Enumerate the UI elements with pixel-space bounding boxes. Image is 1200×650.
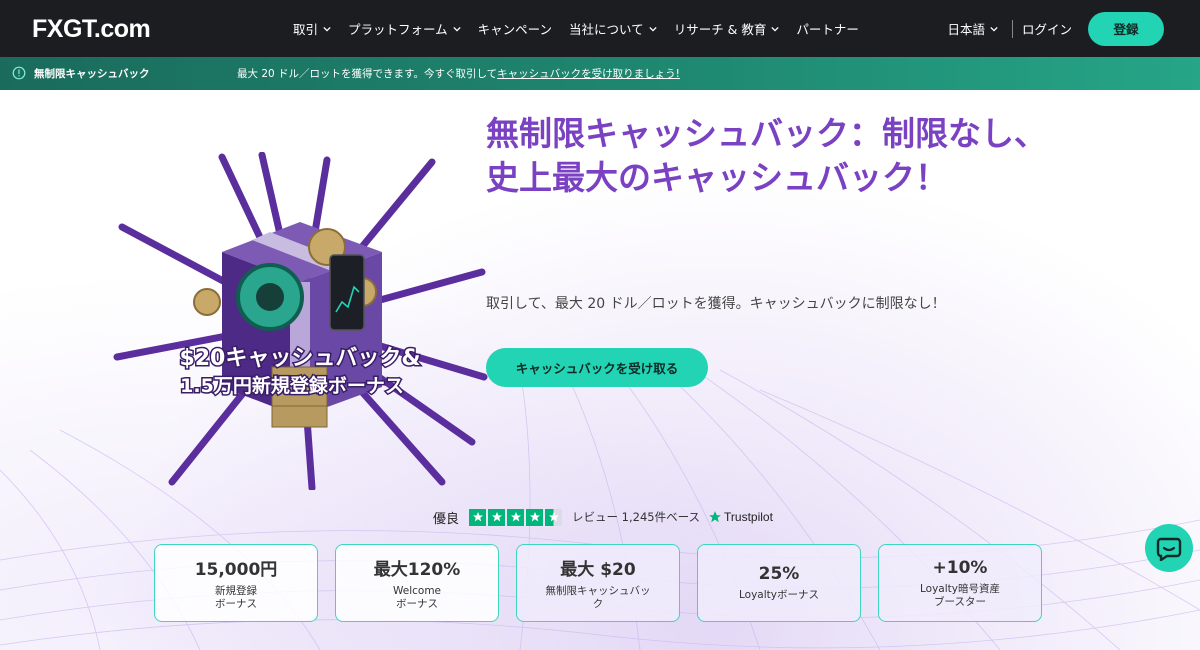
promo-link[interactable]: キャッシュバックを受け取りましょう! (497, 68, 680, 80)
half-star-icon (545, 508, 563, 526)
top-nav: FXGT.com 取引 プラットフォーム キャンペーン 当社について リサーチ … (0, 0, 1200, 57)
bonus-card-label: 新規登録 ボーナス (215, 585, 257, 610)
bonus-card-label: Loyaltyボーナス (739, 589, 819, 601)
nav-item-campaigns[interactable]: キャンペーン (478, 19, 552, 38)
claim-cashback-button[interactable]: キャッシュバックを受け取る (486, 348, 708, 387)
bonus-card-value: +10% (932, 557, 988, 578)
nav-item-about[interactable]: 当社について (569, 19, 657, 38)
nav-item-platforms[interactable]: プラットフォーム (348, 19, 461, 38)
nav-item-label: 当社について (569, 22, 644, 37)
chevron-down-icon (771, 26, 780, 32)
chat-widget-button[interactable] (1145, 524, 1193, 572)
info-icon (12, 66, 26, 80)
nav-divider (1011, 19, 1013, 38)
star-icon (507, 508, 525, 526)
trustpilot-logo: Trustpilot (708, 510, 773, 524)
art-banner-line1: $20キャッシュバック& (179, 346, 420, 371)
star-icon (469, 508, 487, 526)
trustpilot-brand: Trustpilot (724, 510, 773, 524)
star-icon (488, 508, 506, 526)
fxgt-logo[interactable]: FXGT.com (32, 14, 151, 44)
chevron-down-icon (323, 26, 331, 32)
login-link[interactable]: ログイン (1022, 19, 1072, 38)
nav-item-label: 取引 (293, 22, 319, 37)
trust-rating-label: 優良 (433, 511, 460, 527)
chevron-down-icon (453, 26, 461, 32)
chevron-down-icon (990, 26, 998, 32)
cashback-gift-box-illustration: $20キャッシュバック& 1.5万円新規登録ボーナス (113, 152, 488, 490)
bonus-card-label: Loyalty暗号資産 ブースター (920, 582, 1000, 608)
trustpilot-widget[interactable]: 優良 レビュー 1,245件ベース Trustpilot (433, 506, 773, 528)
nav-item-label: リサーチ & 教育 (673, 22, 767, 37)
promo-title: 無制限キャッシュバック (34, 68, 150, 80)
art-banner-line2: 1.5万円新規登録ボーナス (180, 374, 404, 397)
nav-item-label: キャンペーン (477, 22, 553, 37)
nav-item-trading[interactable]: 取引 (293, 19, 331, 38)
nav-item-label: プラットフォーム (348, 22, 448, 37)
language-label: 日本語 (947, 22, 985, 37)
star-icon (526, 508, 544, 526)
nav-item-partners[interactable]: パートナー (796, 19, 859, 38)
bonus-card[interactable]: 最大 $20 無制限キャッシュバッ ク (516, 544, 680, 622)
language-selector[interactable]: 日本語 (947, 19, 998, 38)
promo-bar: 無制限キャッシュバック 最大 20 ドル／ロットを獲得できます。今すぐ取引してキ… (0, 57, 1200, 90)
nav-right: 日本語 ログイン 登録 (947, 0, 1164, 57)
star-rating (469, 508, 563, 526)
bonus-card[interactable]: 最大120% Welcome ボーナス (335, 544, 499, 622)
bonus-card[interactable]: +10% Loyalty暗号資産 ブースター (878, 544, 1042, 622)
hero-title: 無制限キャッシュバック：制限なし、史上最大のキャッシュバック！ (486, 114, 1047, 197)
bonus-cards: 15,000円 新規登録 ボーナス 最大120% Welcome ボーナス 最大… (154, 544, 1042, 622)
bonus-card-value: 最大 $20 (560, 560, 636, 580)
bonus-card-value: 最大120% (373, 560, 461, 580)
promo-text: 最大 20 ドル／ロットを獲得できます。今すぐ取引してキャッシュバックを受け取り… (237, 66, 680, 81)
bonus-card-label: 無制限キャッシュバッ ク (545, 585, 651, 610)
trustpilot-star-icon (709, 511, 721, 523)
bonus-card[interactable]: 15,000円 新規登録 ボーナス (154, 544, 318, 622)
hero-subtitle: 取引して、最大 20 ドル／ロットを獲得。キャッシュバックに制限なし！ (486, 296, 946, 312)
chevron-down-icon (649, 26, 657, 32)
nav-item-research[interactable]: リサーチ & 教育 (674, 19, 780, 38)
nav-item-label: パートナー (796, 22, 859, 37)
bonus-card-value: 15,000円 (194, 560, 278, 580)
main-menu: 取引 プラットフォーム キャンペーン 当社について リサーチ & 教育 パートナ… (293, 0, 876, 57)
bonus-card-value: 25% (758, 564, 800, 584)
promo-message: 最大 20 ドル／ロットを獲得できます。今すぐ取引して (237, 68, 498, 80)
bonus-card-label: Welcome ボーナス (392, 585, 442, 610)
trust-review-count: レビュー 1,245件ベース (572, 510, 701, 524)
bonus-card[interactable]: 25% Loyaltyボーナス (697, 544, 861, 622)
register-button[interactable]: 登録 (1088, 11, 1164, 46)
chat-bubble-icon (1156, 537, 1182, 561)
